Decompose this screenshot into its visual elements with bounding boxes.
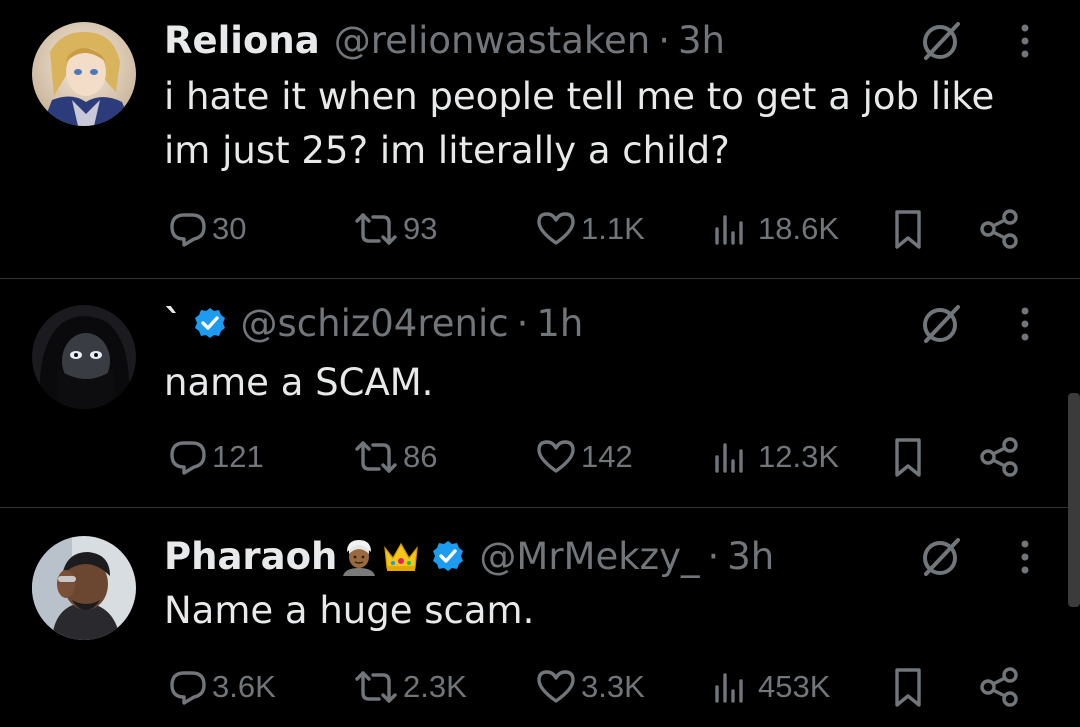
repost-icon bbox=[355, 213, 397, 245]
reply-button[interactable]: 3.6K bbox=[168, 662, 276, 712]
reply-icon bbox=[170, 441, 206, 475]
like-icon bbox=[537, 670, 575, 703]
like-count: 1.1K bbox=[581, 211, 645, 246]
tweet-actions: 30 93 1.1K 18.6K bbox=[0, 204, 1080, 254]
grok-icon[interactable] bbox=[918, 534, 964, 580]
share-icon bbox=[980, 437, 1018, 477]
like-count: 142 bbox=[581, 439, 633, 474]
share-button[interactable] bbox=[978, 432, 1022, 482]
bookmark-icon bbox=[895, 210, 921, 249]
views-icon bbox=[715, 673, 743, 703]
repost-button[interactable]: 86 bbox=[353, 432, 437, 482]
avatar[interactable] bbox=[32, 305, 136, 409]
avatar[interactable] bbox=[32, 536, 136, 640]
tweet-text-line: Name a huge scam. bbox=[164, 589, 535, 632]
tweet-header: Reliona @relionwastaken · 3h bbox=[164, 16, 725, 64]
display-name[interactable]: Pharaoh bbox=[164, 535, 337, 578]
repost-icon bbox=[355, 441, 397, 473]
repost-button[interactable]: 93 bbox=[353, 204, 437, 254]
more-icon[interactable] bbox=[1012, 18, 1038, 64]
reply-count: 121 bbox=[212, 439, 264, 474]
reply-icon bbox=[170, 671, 206, 705]
view-count: 18.6K bbox=[758, 211, 840, 246]
reply-count: 30 bbox=[212, 211, 247, 246]
like-button[interactable]: 3.3K bbox=[535, 662, 645, 712]
tweet[interactable]: ` @schiz04renic · 1h name a SCAM. 121 86… bbox=[0, 279, 1080, 508]
share-icon bbox=[980, 667, 1018, 707]
repost-button[interactable]: 2.3K bbox=[353, 662, 467, 712]
views-button[interactable]: 18.6K bbox=[710, 204, 839, 254]
more-icon[interactable] bbox=[1012, 534, 1038, 580]
reply-icon bbox=[170, 213, 206, 247]
tweet-text: i hate it when people tell me to get a j… bbox=[164, 70, 1024, 178]
timestamp[interactable]: 1h bbox=[536, 302, 583, 345]
grok-icon[interactable] bbox=[918, 18, 964, 64]
avatar[interactable] bbox=[32, 22, 136, 126]
crown-emoji bbox=[381, 536, 421, 576]
timestamp[interactable]: 3h bbox=[727, 535, 774, 578]
views-icon bbox=[715, 215, 743, 245]
user-handle[interactable]: @relionwastaken bbox=[334, 19, 651, 62]
timestamp[interactable]: 3h bbox=[678, 19, 725, 62]
like-icon bbox=[537, 440, 575, 473]
tweet-feed: Reliona @relionwastaken · 3h i hate it w… bbox=[0, 0, 1080, 727]
views-button[interactable]: 453K bbox=[710, 662, 830, 712]
user-handle[interactable]: @schiz04renic bbox=[241, 302, 509, 345]
man-with-turban-emoji bbox=[339, 536, 379, 576]
repost-icon bbox=[355, 671, 397, 703]
views-button[interactable]: 12.3K bbox=[710, 432, 839, 482]
tweet[interactable]: Pharaoh @MrMekzy_ · 3h Name a huge scam.… bbox=[0, 508, 1080, 727]
bookmark-button[interactable] bbox=[888, 662, 928, 712]
tweet[interactable]: Reliona @relionwastaken · 3h i hate it w… bbox=[0, 0, 1080, 279]
tweet-actions: 3.6K 2.3K 3.3K 453K bbox=[0, 662, 1080, 712]
tweet-text: name a SCAM. bbox=[164, 356, 1024, 410]
like-count: 3.3K bbox=[581, 669, 645, 704]
user-handle[interactable]: @MrMekzy_ bbox=[479, 535, 699, 578]
share-button[interactable] bbox=[978, 662, 1022, 712]
grok-icon[interactable] bbox=[918, 301, 964, 347]
tweet-text-line: name a SCAM. bbox=[164, 361, 434, 404]
bookmark-button[interactable] bbox=[888, 204, 928, 254]
verified-badge-icon bbox=[193, 306, 227, 340]
repost-count: 86 bbox=[403, 439, 438, 474]
tweet-text: Name a huge scam. bbox=[164, 584, 1024, 638]
bookmark-button[interactable] bbox=[888, 432, 928, 482]
view-count: 453K bbox=[758, 669, 831, 704]
bookmark-icon bbox=[895, 668, 921, 707]
tweet-text-line: im just 25? im literally a child? bbox=[164, 129, 730, 172]
view-count: 12.3K bbox=[758, 439, 840, 474]
like-button[interactable]: 142 bbox=[535, 432, 633, 482]
views-icon bbox=[715, 443, 743, 473]
tweet-header: ` @schiz04renic · 1h bbox=[164, 299, 583, 347]
reply-button[interactable]: 121 bbox=[168, 432, 264, 482]
reply-button[interactable]: 30 bbox=[168, 204, 246, 254]
share-button[interactable] bbox=[978, 204, 1022, 254]
verified-badge-icon bbox=[431, 539, 465, 573]
separator-dot: · bbox=[707, 534, 720, 578]
reply-count: 3.6K bbox=[212, 669, 276, 704]
separator-dot: · bbox=[658, 18, 670, 62]
like-icon bbox=[537, 212, 575, 245]
bookmark-icon bbox=[895, 438, 921, 477]
tweet-text-line: i hate it when people tell me to get a j… bbox=[164, 75, 995, 118]
display-name[interactable]: ` bbox=[164, 302, 183, 345]
like-button[interactable]: 1.1K bbox=[535, 204, 645, 254]
tweet-actions: 121 86 142 12.3K bbox=[0, 432, 1080, 482]
separator-dot: · bbox=[516, 301, 529, 345]
repost-count: 93 bbox=[403, 211, 438, 246]
scrollbar-thumb[interactable] bbox=[1068, 393, 1080, 607]
more-icon[interactable] bbox=[1012, 301, 1038, 347]
repost-count: 2.3K bbox=[403, 669, 467, 704]
tweet-header: Pharaoh @MrMekzy_ · 3h bbox=[164, 532, 774, 580]
share-icon bbox=[980, 209, 1018, 249]
display-name[interactable]: Reliona bbox=[164, 19, 320, 62]
